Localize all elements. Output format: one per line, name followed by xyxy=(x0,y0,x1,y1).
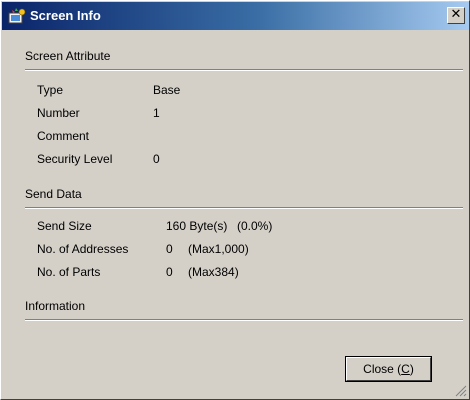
send-size-label: Send Size xyxy=(37,219,92,233)
close-button-accelerator: C xyxy=(401,362,410,376)
screen-attribute-divider xyxy=(25,69,463,71)
security-level-label: Security Level xyxy=(37,152,113,166)
parts-label: No. of Parts xyxy=(37,265,101,279)
security-level-value: 0 xyxy=(153,152,160,166)
addresses-label: No. of Addresses xyxy=(37,242,129,256)
close-button-label: Close ( xyxy=(363,362,402,376)
close-button[interactable]: Close (C) xyxy=(346,357,431,381)
information-heading: Information xyxy=(25,299,86,313)
close-icon[interactable]: ✕ xyxy=(447,7,465,24)
send-data-heading: Send Data xyxy=(25,187,82,201)
close-button-label-end: ) xyxy=(409,362,414,376)
addresses-value: 0 xyxy=(166,242,173,256)
information-divider xyxy=(25,319,463,321)
title-bar[interactable]: Screen Info ✕ xyxy=(2,2,469,30)
addresses-max: (Max1,000) xyxy=(188,242,249,256)
screen-info-dialog: Screen Info ✕ Screen Attribute Type Base… xyxy=(0,0,470,400)
screen-attribute-heading: Screen Attribute xyxy=(25,49,111,63)
number-value: 1 xyxy=(153,106,160,120)
screen-info-icon xyxy=(8,8,26,24)
send-data-divider xyxy=(25,207,463,209)
parts-max: (Max384) xyxy=(188,265,239,279)
number-label: Number xyxy=(37,106,80,120)
type-value: Base xyxy=(153,83,181,97)
type-label: Type xyxy=(37,83,64,97)
send-size-value: 160 Byte(s) xyxy=(166,219,228,233)
resize-grip-icon[interactable] xyxy=(455,385,467,397)
parts-value: 0 xyxy=(166,265,173,279)
window-title: Screen Info xyxy=(30,8,101,23)
send-size-percent: (0.0%) xyxy=(237,219,273,233)
comment-label: Comment xyxy=(37,129,90,143)
